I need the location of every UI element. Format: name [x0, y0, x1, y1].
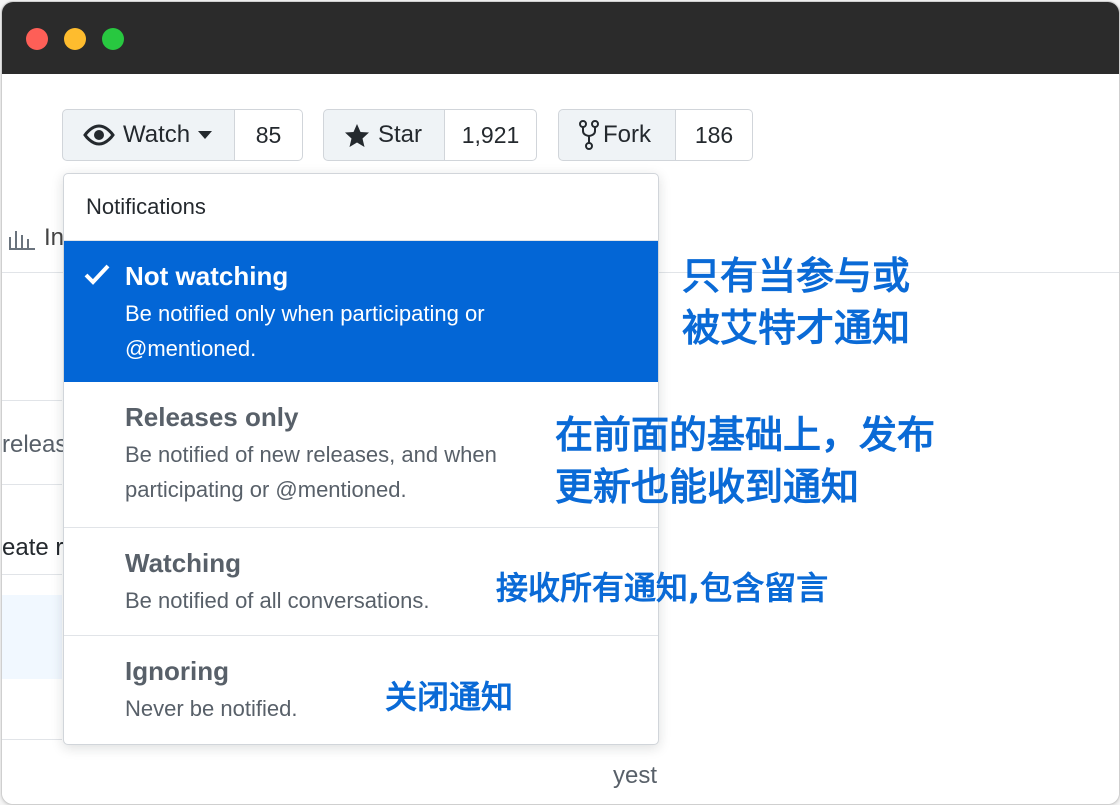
annotation-ignoring: 关闭通知 — [385, 678, 514, 716]
watch-button[interactable]: Watch — [62, 109, 235, 161]
yesterday-fragment: yest — [613, 762, 658, 789]
star-button[interactable]: Star — [323, 109, 445, 161]
graph-icon — [9, 231, 35, 250]
fork-count[interactable]: 186 — [676, 109, 753, 161]
star-icon — [344, 123, 370, 148]
annotation-line: 被艾特才通知 — [682, 306, 911, 350]
app-window: In releas eate r yest Watch 85 Star 1,92… — [1, 1, 1120, 805]
annotation-releases-only: 在前面的基础上，发布 更新也能收到通知 — [555, 409, 935, 513]
option-title: Not watching — [125, 261, 289, 291]
option-description: Be notified of new releases, and when pa… — [125, 442, 497, 502]
box-border-lower — [2, 574, 62, 575]
releases-fragment: releas — [2, 431, 68, 458]
star-count[interactable]: 1,921 — [445, 109, 537, 161]
star-button-group: Star 1,921 — [323, 109, 537, 161]
annotation-line: 只有当参与或 — [682, 254, 911, 298]
check-icon — [84, 263, 110, 290]
fork-icon — [579, 120, 599, 150]
highlighted-row — [2, 595, 62, 679]
star-label: Star — [378, 121, 423, 148]
option-not-watching[interactable]: Not watching Be notified only when parti… — [64, 241, 658, 382]
annotation-line: 更新也能收到通知 — [555, 465, 860, 509]
create-release-fragment[interactable]: eate r — [2, 534, 63, 562]
annotation-watching: 接收所有通知,包含留言 — [496, 569, 829, 607]
option-ignoring[interactable]: Ignoring Never be notified. — [64, 636, 658, 742]
watch-count[interactable]: 85 — [235, 109, 303, 161]
box-border-bottom — [2, 739, 62, 740]
fork-label: Fork — [603, 121, 651, 148]
box-border-top — [2, 400, 62, 401]
minimize-window-button[interactable] — [64, 28, 86, 50]
dropdown-header: Notifications — [64, 174, 658, 241]
option-description: Be notified only when participating or @… — [125, 301, 485, 361]
annotation-not-watching: 只有当参与或 被艾特才通知 — [682, 250, 910, 354]
fork-button-group: Fork 186 — [558, 109, 753, 161]
fork-button[interactable]: Fork — [558, 109, 676, 161]
title-bar — [2, 2, 1119, 74]
annotation-line: 在前面的基础上，发布 — [555, 413, 936, 457]
watch-label: Watch — [123, 121, 191, 148]
insights-tab[interactable]: In — [8, 224, 64, 252]
eye-icon — [83, 124, 115, 146]
box-border-mid — [2, 484, 62, 485]
close-window-button[interactable] — [26, 28, 48, 50]
page-content: In releas eate r yest Watch 85 Star 1,92… — [2, 74, 1119, 804]
maximize-window-button[interactable] — [102, 28, 124, 50]
watch-button-group: Watch 85 — [62, 109, 303, 161]
chevron-down-icon — [198, 131, 213, 139]
insights-tab-label: In — [44, 224, 65, 251]
